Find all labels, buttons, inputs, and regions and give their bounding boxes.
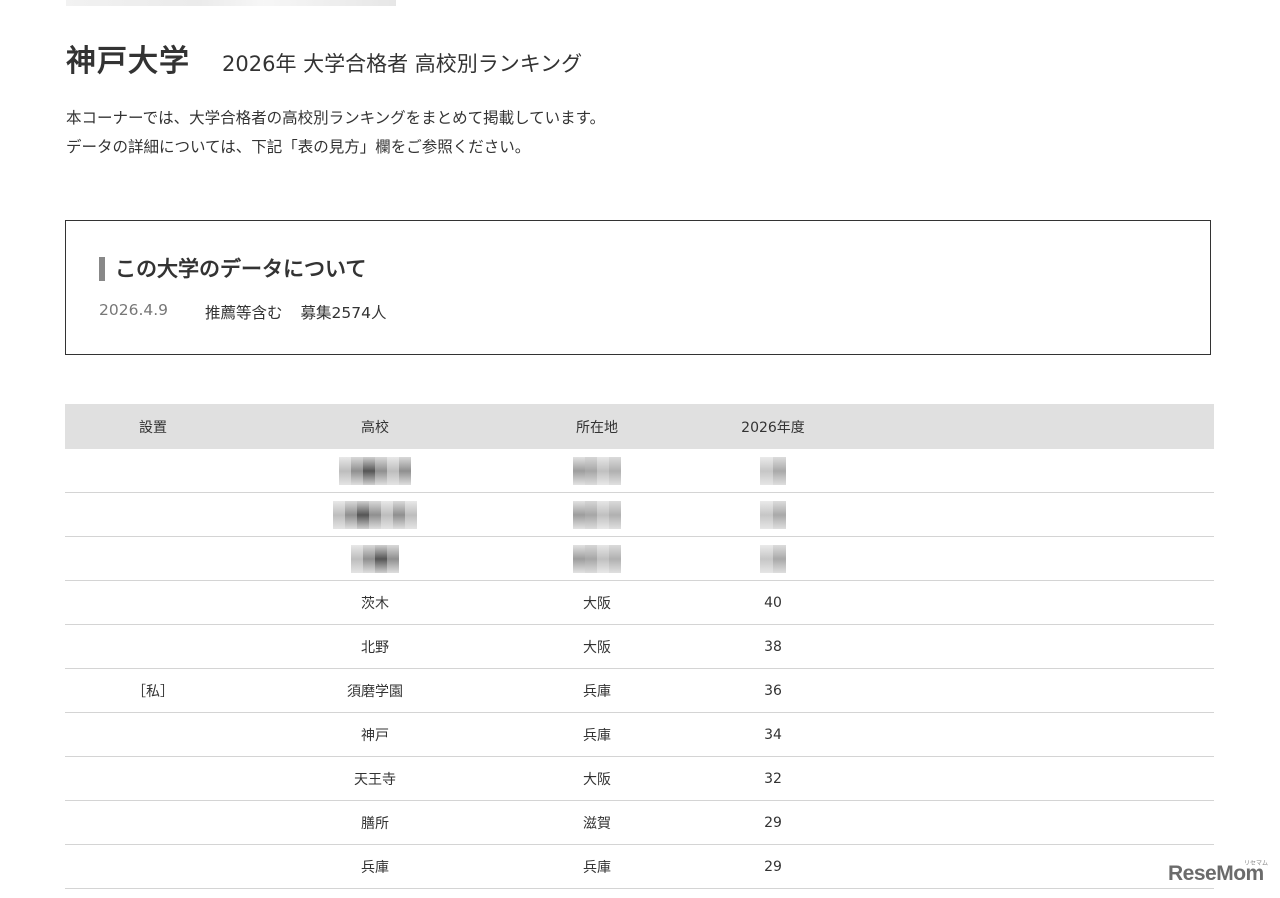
cell-school: 須磨学園 [241, 668, 509, 713]
cell-type [65, 449, 241, 493]
cell-school: 北野 [241, 624, 509, 669]
mosaic-school [339, 456, 411, 485]
cell-location: 兵庫 [509, 712, 685, 757]
cell-location: 兵庫 [509, 844, 685, 889]
table-row-masked [65, 536, 1214, 581]
data-info-box: この大学のデータについて 2026.4.9 推薦等含む 募集2574人 [65, 220, 1211, 355]
cell-location: 兵庫 [509, 668, 685, 713]
cell-count: 32 [685, 756, 861, 801]
info-heading: この大学のデータについて [99, 257, 366, 281]
cell-school: 兵庫 [241, 844, 509, 889]
cell-type [65, 800, 241, 845]
cell-count: 29 [685, 844, 861, 889]
cell-count: 36 [685, 668, 861, 713]
mosaic-location [573, 500, 621, 529]
cell-type [65, 712, 241, 757]
cell-type [65, 580, 241, 625]
table-header-row: 設置 高校 所在地 2026年度 [65, 404, 1214, 449]
cell-count: 40 [685, 580, 861, 625]
mosaic-location [573, 456, 621, 485]
cell-type [65, 492, 241, 537]
cell-school: 膳所 [241, 800, 509, 845]
university-name: 神戸大学 [66, 44, 190, 79]
cell-count-masked [685, 492, 861, 537]
mosaic-count [760, 456, 786, 485]
cell-location: 滋賀 [509, 800, 685, 845]
cell-location: 大阪 [509, 756, 685, 801]
table-row: 天王寺 大阪 32 [65, 756, 1214, 801]
mosaic-location [573, 544, 621, 573]
cell-count-masked [685, 536, 861, 581]
table-row: 茨木 大阪 40 [65, 580, 1214, 625]
mosaic-count [760, 500, 786, 529]
cell-count: 34 [685, 712, 861, 757]
cell-location-masked [509, 536, 685, 581]
cell-location-masked [509, 492, 685, 537]
ranking-title: 2026年 大学合格者 高校別ランキング [222, 52, 583, 76]
cell-type [65, 756, 241, 801]
cell-type [65, 624, 241, 669]
cell-location-masked [509, 449, 685, 493]
cell-count: 38 [685, 624, 861, 669]
cell-school-masked [241, 536, 509, 581]
cell-school-masked [241, 449, 509, 493]
cell-count-masked [685, 449, 861, 493]
info-quota: 募集2574人 [300, 304, 387, 322]
table-row: ［私］ 須磨学園 兵庫 36 [65, 668, 1214, 713]
table-row-masked [65, 449, 1214, 493]
cell-type [65, 844, 241, 889]
ranking-table: 設置 高校 所在地 2026年度 茨木 大阪 40 北野 大阪 38 ［私］ 須… [65, 404, 1214, 889]
table-row: 神戸 兵庫 34 [65, 712, 1214, 757]
table-row: 膳所 滋賀 29 [65, 800, 1214, 845]
mosaic-school [351, 544, 399, 573]
mosaic-count [760, 544, 786, 573]
info-date: 2026.4.9 [99, 301, 169, 319]
info-condition: 推薦等含む [205, 304, 283, 322]
mosaic-school [333, 500, 417, 529]
table-row: 兵庫 兵庫 29 [65, 844, 1214, 889]
intro-line-2: データの詳細については、下記「表の見方」欄をご参照ください。 [66, 138, 531, 156]
cell-school: 茨木 [241, 580, 509, 625]
header-location: 所在地 [509, 404, 685, 449]
cell-location: 大阪 [509, 580, 685, 625]
resemom-logo: ReseMom [1168, 862, 1264, 885]
header-type: 設置 [65, 404, 241, 449]
header-year: 2026年度 [685, 404, 861, 449]
cell-type [65, 536, 241, 581]
table-row: 北野 大阪 38 [65, 624, 1214, 669]
cell-location: 大阪 [509, 624, 685, 669]
table-row-masked [65, 492, 1214, 537]
cell-school-masked [241, 492, 509, 537]
info-line: 2026.4.9 推薦等含む 募集2574人 [99, 301, 386, 323]
cell-school: 天王寺 [241, 756, 509, 801]
cell-school: 神戸 [241, 712, 509, 757]
intro-text: 本コーナーでは、大学合格者の高校別ランキングをまとめて掲載しています。 データの… [66, 104, 605, 162]
intro-line-1: 本コーナーでは、大学合格者の高校別ランキングをまとめて掲載しています。 [66, 109, 606, 127]
header-empty [861, 404, 1214, 449]
header-school: 高校 [241, 404, 509, 449]
top-blurred-strip [66, 0, 396, 6]
cell-type: ［私］ [65, 668, 241, 713]
page-title-row: 神戸大学 2026年 大学合格者 高校別ランキング [66, 36, 582, 80]
cell-count: 29 [685, 800, 861, 845]
